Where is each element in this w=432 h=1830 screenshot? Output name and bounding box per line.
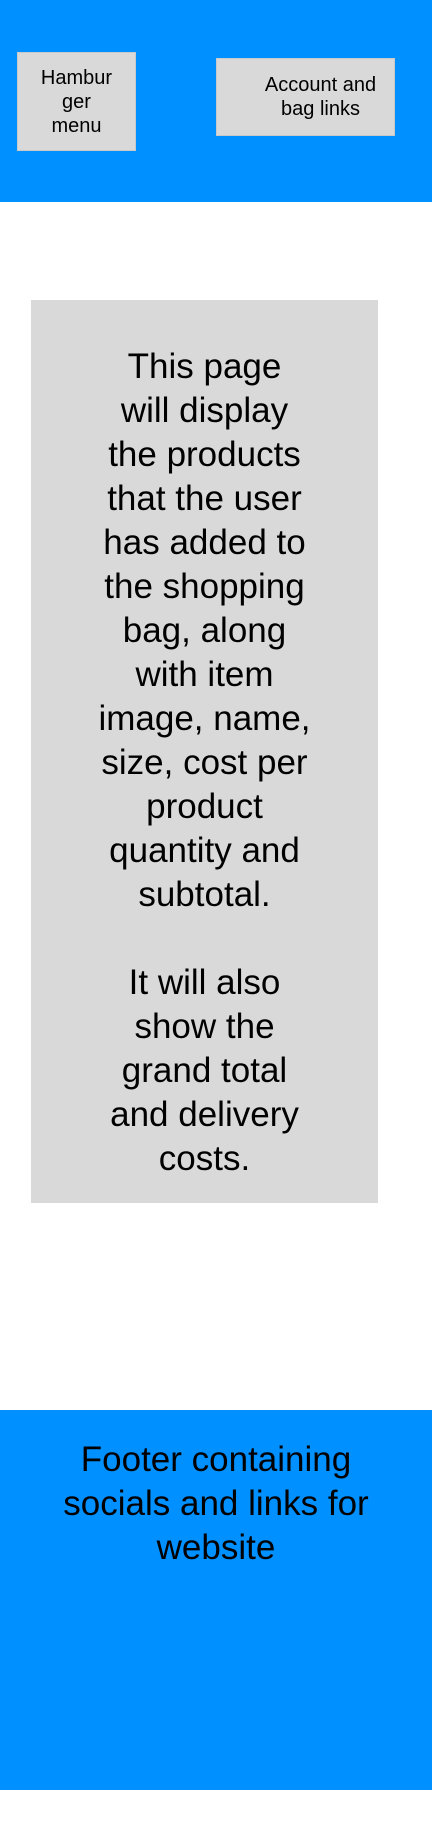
hamburger-menu-label: Hambur ger menu [40, 66, 113, 137]
account-bag-links-placeholder[interactable]: Account and bag links [216, 58, 395, 136]
shopping-bag-description: This page will display the products that… [98, 347, 311, 914]
footer-bar: Footer containing socials and links for … [0, 1410, 432, 1790]
hamburger-menu-placeholder[interactable]: Hambur ger menu [17, 52, 136, 151]
shopping-bag-content-placeholder: This page will display the products that… [31, 300, 378, 1203]
account-bag-links-label: Account and bag links [264, 74, 377, 120]
totals-description: It will also show the grand total and de… [110, 963, 299, 1178]
footer-label: Footer containing socials and links for … [63, 1440, 369, 1567]
header-bar: Hambur ger menu Account and bag links [0, 0, 432, 202]
